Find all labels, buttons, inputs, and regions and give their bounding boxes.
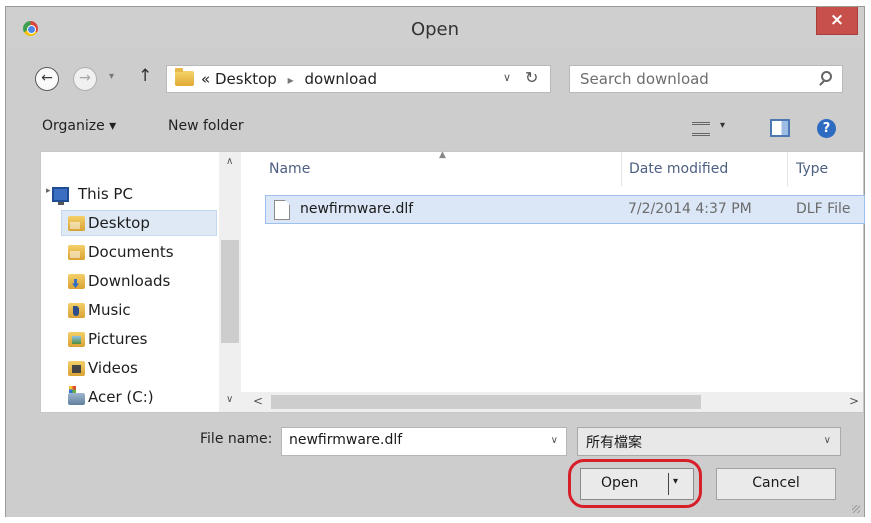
help-icon[interactable]: ?	[817, 119, 836, 138]
search-box[interactable]: Search download	[569, 65, 843, 93]
file-name-input[interactable]: newfirmware.dlf ∨	[281, 427, 567, 456]
search-placeholder[interactable]: Search download	[580, 70, 709, 88]
dialog-footer: File name: newfirmware.dlf ∨ 所有檔案 ∨ Open…	[6, 413, 864, 517]
file-name: newfirmware.dlf	[300, 201, 414, 217]
pictures-folder-icon	[68, 332, 85, 347]
resize-grip-icon[interactable]	[852, 505, 860, 513]
title-bar: Open ×	[6, 7, 864, 49]
scroll-up-icon[interactable]: ∧	[226, 156, 233, 167]
forward-button[interactable]: →	[73, 67, 97, 91]
file-list-horizontal-scrollbar[interactable]: < >	[241, 392, 863, 412]
folder-icon	[175, 68, 194, 86]
up-button[interactable]: ↑	[138, 66, 152, 86]
recent-locations-dropdown[interactable]: ▾	[109, 71, 114, 82]
tree-item-label: Documents	[88, 243, 174, 261]
tree-item-pictures[interactable]: Pictures	[62, 327, 218, 353]
music-folder-icon	[68, 303, 85, 318]
file-icon	[274, 200, 290, 220]
tree-item-videos[interactable]: Videos	[62, 356, 218, 382]
folder-icon	[68, 216, 85, 231]
tree-item-label: This PC	[78, 185, 133, 203]
breadcrumb-separator-icon[interactable]: ▸	[288, 73, 294, 87]
view-dropdown-icon[interactable]: ▾	[720, 120, 725, 131]
view-options-icon[interactable]	[692, 122, 710, 136]
new-folder-button[interactable]: New folder	[168, 118, 244, 134]
scroll-down-icon[interactable]: ∨	[226, 394, 233, 405]
column-header-name[interactable]: Name	[269, 161, 310, 177]
downloads-folder-icon	[68, 274, 85, 289]
breadcrumb-overflow[interactable]: «	[201, 70, 210, 88]
file-type-select[interactable]: 所有檔案 ∨	[577, 427, 841, 456]
drive-icon	[68, 386, 85, 405]
tree-item-label: Downloads	[88, 272, 171, 290]
file-type: DLF File	[796, 201, 851, 217]
column-divider[interactable]	[787, 152, 788, 186]
breadcrumb-item-desktop[interactable]: Desktop	[215, 70, 277, 88]
tree-item-label: Acer (C:)	[88, 388, 154, 406]
close-button[interactable]: ×	[816, 7, 858, 35]
command-toolbar: Organize ▾ New folder ▾ ?	[6, 109, 864, 151]
cancel-button[interactable]: Cancel	[716, 468, 836, 500]
file-row-newfirmware[interactable]: newfirmware.dlf 7/2/2014 4:37 PM DLF Fil…	[265, 195, 865, 224]
preview-pane-icon[interactable]	[770, 119, 790, 137]
scroll-right-icon[interactable]: >	[849, 394, 859, 408]
back-button[interactable]: ←	[35, 67, 59, 91]
breadcrumb: « Desktop ▸ download	[201, 70, 377, 88]
computer-icon	[52, 187, 69, 205]
tree-item-acer-drive[interactable]: Acer (C:)	[62, 385, 218, 411]
open-file-dialog: Open × ← → ▾ ↑ « Desktop ▸ download ∨ ↻ …	[5, 6, 865, 517]
organize-menu[interactable]: Organize ▾	[42, 118, 116, 134]
tree-item-label: Desktop	[88, 214, 150, 232]
scrollbar-thumb[interactable]	[271, 395, 701, 409]
sort-ascending-icon: ▲	[439, 150, 446, 160]
browser-area: ▸ This PC Desktop Documents Downloads Mu…	[40, 150, 865, 413]
cancel-button-label: Cancel	[752, 475, 800, 491]
file-name-label: File name:	[200, 431, 273, 447]
navigation-pane-scrollbar[interactable]: ∧ ∨	[219, 152, 241, 412]
scroll-left-icon[interactable]: <	[253, 394, 263, 408]
file-list: ▲ Name Date modified Type newfirmware.dl…	[241, 150, 865, 412]
tree-item-this-pc[interactable]: ▸ This PC	[45, 182, 215, 208]
highlight-annotation	[568, 459, 702, 508]
navigation-bar: ← → ▾ ↑ « Desktop ▸ download ∨ ↻ Search …	[6, 49, 864, 109]
column-header-type[interactable]: Type	[796, 161, 828, 177]
tree-item-downloads[interactable]: Downloads	[62, 269, 218, 295]
search-icon[interactable]	[821, 71, 832, 82]
file-date-modified: 7/2/2014 4:37 PM	[628, 201, 752, 217]
tree-item-desktop[interactable]: Desktop	[61, 210, 217, 236]
tree-item-label: Pictures	[88, 330, 148, 348]
file-type-dropdown-icon[interactable]: ∨	[824, 435, 831, 446]
column-divider[interactable]	[621, 152, 622, 186]
tree-item-documents[interactable]: Documents	[62, 240, 218, 266]
refresh-icon[interactable]: ↻	[525, 68, 538, 87]
window-title: Open	[410, 19, 460, 40]
scrollbar-thumb[interactable]	[221, 240, 239, 343]
navigation-pane: ▸ This PC Desktop Documents Downloads Mu…	[41, 152, 241, 412]
column-header-date-modified[interactable]: Date modified	[629, 161, 728, 177]
file-name-dropdown-icon[interactable]: ∨	[551, 435, 558, 446]
file-type-value[interactable]: 所有檔案	[586, 432, 642, 452]
tree-item-label: Videos	[88, 359, 138, 377]
address-dropdown-icon[interactable]: ∨	[503, 71, 511, 84]
tree-item-music[interactable]: Music	[62, 298, 218, 324]
file-name-value[interactable]: newfirmware.dlf	[289, 432, 402, 448]
tree-item-label: Music	[88, 301, 131, 319]
videos-folder-icon	[68, 361, 85, 376]
folder-icon	[68, 245, 85, 260]
address-bar[interactable]: « Desktop ▸ download ∨ ↻	[166, 65, 551, 93]
expand-arrow-icon[interactable]: ▸	[46, 186, 51, 196]
breadcrumb-item-download[interactable]: download	[304, 70, 377, 88]
